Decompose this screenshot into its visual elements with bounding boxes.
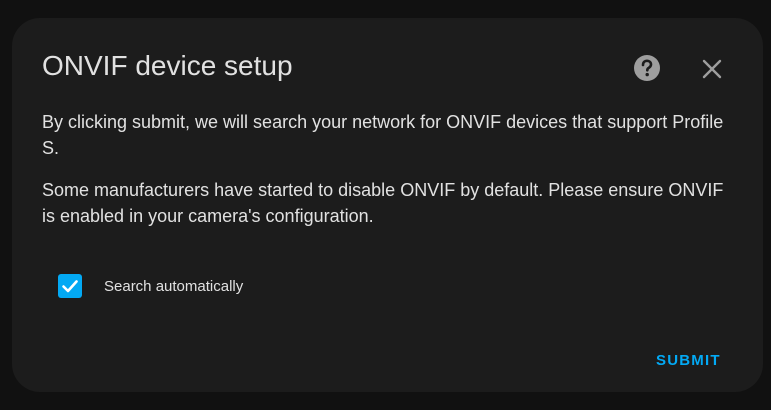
close-button[interactable] — [698, 55, 726, 83]
onvif-setup-dialog: ONVIF device setup By clicking submit, w… — [12, 18, 763, 392]
help-circle-icon — [634, 55, 660, 81]
warning-paragraph: Some manufacturers have started to disab… — [42, 180, 724, 226]
close-icon — [702, 59, 722, 79]
search-automatically-checkbox[interactable] — [58, 274, 82, 298]
help-button[interactable] — [633, 54, 661, 82]
checkmark-icon — [62, 280, 78, 293]
dialog-title: ONVIF device setup — [42, 50, 293, 81]
search-automatically-row[interactable]: Search automatically — [58, 272, 243, 300]
submit-button[interactable]: SUBMIT — [656, 346, 721, 374]
description-paragraph: By clicking submit, we will search your … — [42, 112, 724, 158]
checkbox-label: Search automatically — [104, 277, 244, 295]
